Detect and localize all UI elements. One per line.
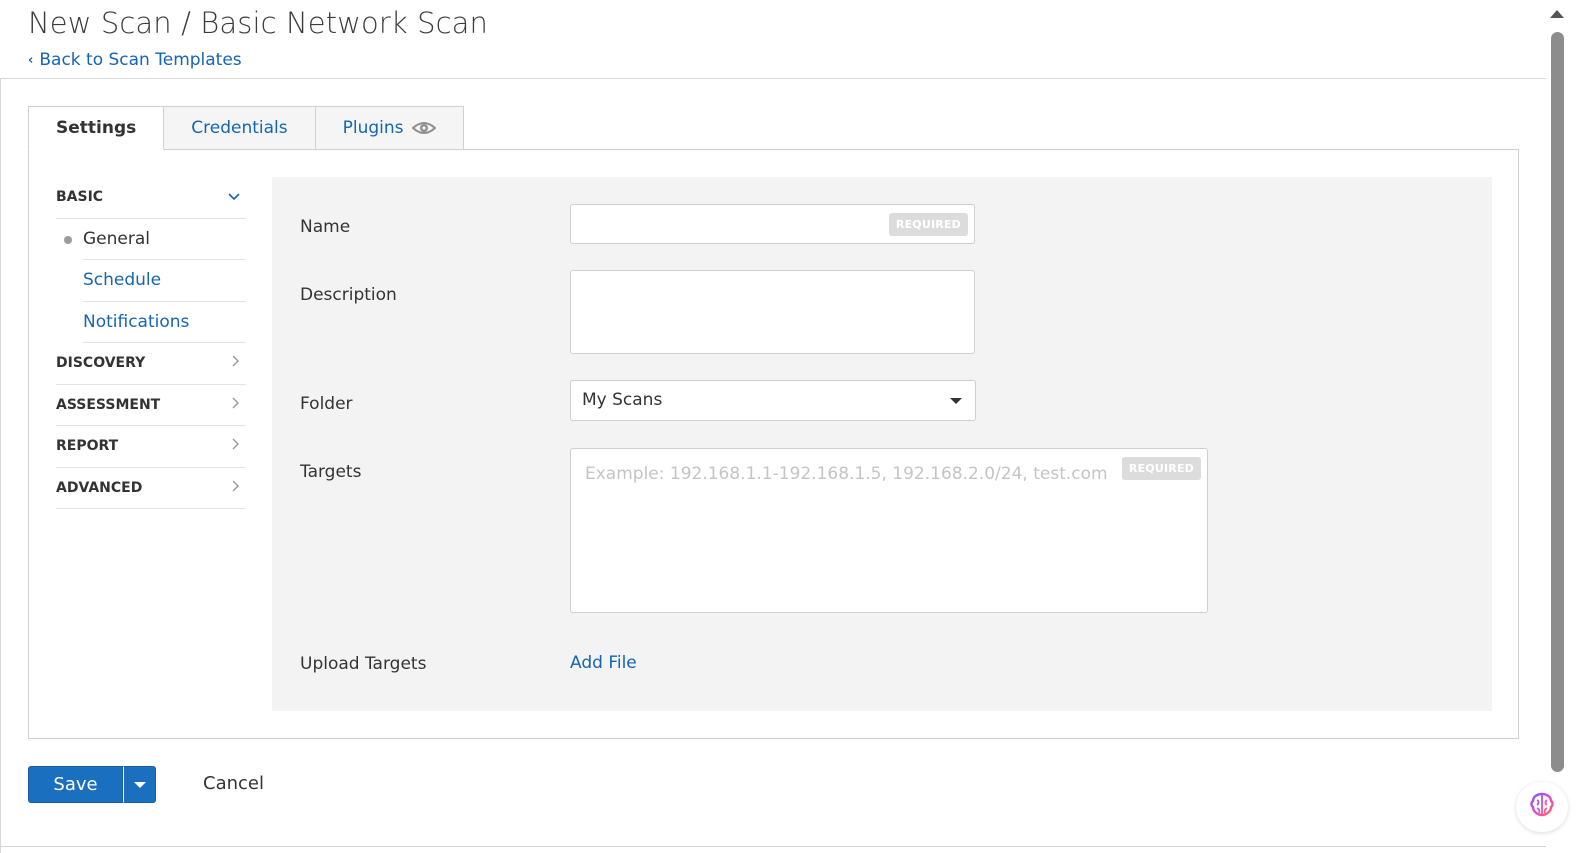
sidebar-section-discovery[interactable]: DISCOVERY	[56, 343, 246, 385]
sidebar-item-schedule[interactable]: Schedule	[83, 260, 246, 302]
tab-plugins-label: Plugins	[342, 118, 404, 138]
save-button[interactable]: Save	[28, 766, 123, 803]
upload-targets-label: Upload Targets	[300, 654, 427, 674]
caret-down-icon	[950, 398, 962, 404]
name-input[interactable]: REQUIRED	[570, 204, 975, 244]
sidebar-item-label: Notifications	[83, 311, 190, 332]
description-label: Description	[300, 285, 397, 305]
assistant-button[interactable]	[1516, 782, 1568, 832]
chevron-right-icon	[232, 438, 246, 454]
tab-bar: Settings Credentials Plugins	[28, 106, 464, 150]
sidebar-item-label: General	[83, 228, 150, 249]
folder-label: Folder	[300, 394, 353, 414]
tab-settings[interactable]: Settings	[28, 106, 165, 150]
sidebar-section-basic[interactable]: BASIC	[56, 177, 246, 219]
chevron-right-icon	[232, 397, 246, 413]
tab-credentials-label: Credentials	[191, 118, 288, 138]
sidebar-item-label: Schedule	[83, 270, 162, 291]
frame-bottom-border	[0, 846, 1546, 847]
frame-left-border	[0, 79, 1, 853]
sidebar-section-assessment[interactable]: ASSESSMENT	[56, 385, 246, 426]
scrollbar-thumb[interactable]	[1551, 32, 1564, 772]
page: New Scan / Basic Network Scan ‹ Back to …	[0, 0, 1578, 853]
tab-settings-label: Settings	[56, 118, 137, 138]
sidebar-section-label: BASIC	[56, 189, 104, 206]
targets-textarea[interactable]: Example: 192.168.1.1-192.168.1.5, 192.16…	[570, 448, 1208, 613]
eye-icon[interactable]	[411, 120, 436, 136]
save-options-dropdown[interactable]	[123, 766, 156, 803]
sidebar-section-label: DISCOVERY	[56, 355, 146, 372]
folder-select-value: My Scans	[582, 390, 663, 410]
description-textarea[interactable]	[570, 270, 975, 354]
cancel-button[interactable]: Cancel	[203, 773, 264, 794]
required-badge: REQUIRED	[888, 213, 968, 236]
add-file-link[interactable]: Add File	[570, 653, 637, 673]
sidebar-section-label: ASSESSMENT	[56, 396, 161, 413]
settings-sidebar: BASIC General Schedule Notifications DIS…	[56, 177, 246, 509]
back-to-templates-link[interactable]: ‹ Back to Scan Templates	[28, 50, 242, 70]
save-button-group: Save	[28, 766, 156, 803]
brain-icon	[1528, 791, 1556, 823]
chevron-right-icon	[232, 480, 246, 496]
caret-down-icon	[133, 781, 146, 788]
chevron-down-icon	[228, 190, 246, 205]
chevron-left-icon: ‹	[28, 52, 34, 68]
sidebar-section-label: ADVANCED	[56, 479, 143, 496]
sidebar-section-advanced[interactable]: ADVANCED	[56, 468, 246, 509]
tab-credentials[interactable]: Credentials	[163, 106, 316, 150]
scroll-up-arrow-icon[interactable]	[1550, 10, 1564, 18]
sidebar-item-notifications[interactable]: Notifications	[83, 302, 246, 343]
required-badge: REQUIRED	[1121, 457, 1201, 480]
general-settings-panel	[272, 177, 1492, 711]
targets-label: Targets	[300, 462, 362, 482]
current-item-dot	[64, 235, 72, 244]
folder-select[interactable]: My Scans	[570, 380, 976, 421]
sidebar-section-report[interactable]: REPORT	[56, 426, 246, 468]
header-divider	[0, 78, 1546, 79]
sidebar-item-general[interactable]: General	[64, 219, 246, 260]
tab-plugins[interactable]: Plugins	[314, 106, 464, 150]
back-link-label: Back to Scan Templates	[39, 50, 242, 70]
name-label: Name	[300, 217, 351, 237]
page-title: New Scan / Basic Network Scan	[28, 6, 488, 40]
targets-placeholder: Example: 192.168.1.1-192.168.1.5, 192.16…	[585, 464, 1108, 484]
sidebar-section-label: REPORT	[56, 438, 119, 455]
chevron-right-icon	[232, 355, 246, 371]
